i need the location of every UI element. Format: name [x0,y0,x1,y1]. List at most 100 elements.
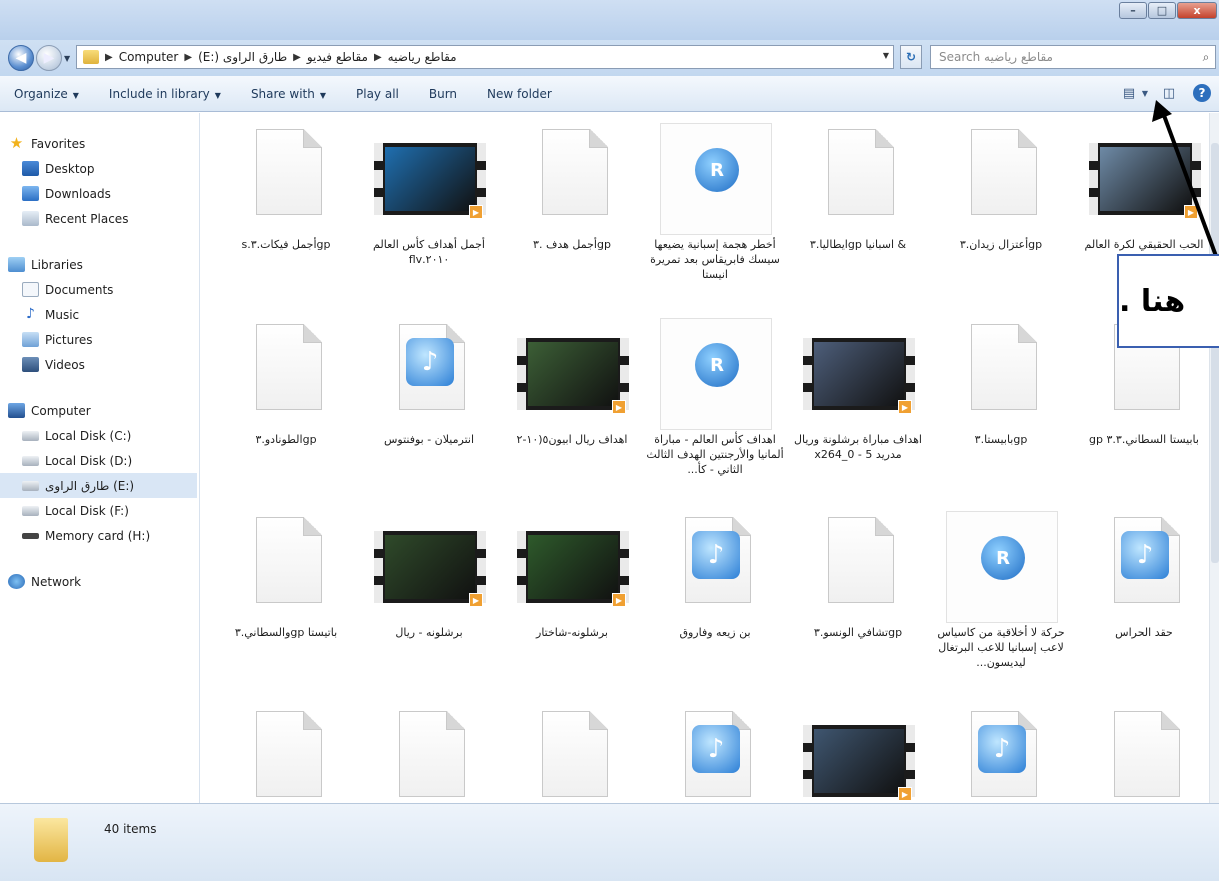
share-with-button[interactable]: Share with ▼ [251,87,326,101]
title-bar: – □ x [0,0,1219,40]
chevron-right-icon[interactable]: ▶ [374,52,382,63]
file-item[interactable] [503,705,641,803]
details-pane: 40 items [0,803,1219,881]
file-item[interactable]: gpأجمل فيكات.٣.s [217,123,355,313]
music-note-icon: ♪ [692,725,740,773]
sidebar-item-recent-places[interactable]: Recent Places [0,206,199,231]
file-name: برشلونه-شاختار [536,626,608,639]
blank-file-icon [803,123,915,235]
chevron-right-icon[interactable]: ▶ [105,52,113,63]
address-history-dropdown[interactable]: ▼ [883,51,889,60]
video-frame [814,729,904,793]
file-item[interactable]: R أخطر هجمة إسبانية يضيعها سيسك فابريقاس … [646,123,784,313]
realplayer-logo-icon: R [981,536,1025,580]
realplayer-file-icon: R [660,318,772,430]
document-page [971,324,1037,410]
address-bar[interactable]: ▶ Computer ▶ (E:) طارق الراوى ▶ مقاطع في… [76,45,894,69]
organize-button[interactable]: Organize ▼ [14,87,79,101]
window-controls: – □ x [1118,2,1217,19]
file-name: اهداف كأس العالم - مباراة ألمانيا والأرج… [646,433,784,476]
new-folder-button[interactable]: New folder [487,87,552,101]
blank-file-icon [517,123,629,235]
sidebar-item-disk-c[interactable]: Local Disk (C:) [0,423,199,448]
filmstrip-icon: ▶ [517,531,629,607]
chevron-right-icon[interactable]: ▶ [184,52,192,63]
breadcrumb-drive[interactable]: (E:) طارق الراوى [198,50,287,64]
music-icon: ♪ [26,306,35,322]
include-in-library-button[interactable]: Include in library ▼ [109,87,221,101]
sidebar-item-disk-d[interactable]: Local Disk (D:) [0,448,199,473]
breadcrumb-videos[interactable]: مقاطع فيديو [307,50,368,64]
sidebar-item-desktop[interactable]: Desktop [0,156,199,181]
sidebar-item-videos[interactable]: Videos [0,352,199,377]
audio-file-icon: ♪ [374,318,486,430]
document-page [399,711,465,797]
file-item[interactable]: gpبابيستا.٣ [932,318,1070,508]
file-name: gpالطونادو.٣ [255,433,317,446]
file-item[interactable]: ♪ بن زيعه وفاروق [646,511,784,701]
file-item[interactable]: gpتشافي الونسو.٣ [789,511,927,701]
breadcrumb-current[interactable]: مقاطع رياضيه [388,50,457,64]
sidebar-item-pictures[interactable]: Pictures [0,327,199,352]
file-item[interactable]: R اهداف كأس العالم - مباراة ألمانيا والأر… [646,318,784,508]
file-item[interactable]: gpالطونادو.٣ [217,318,355,508]
file-name: حركة لا أخلاقية من كاسياس لاعب إسبانيا ل… [937,626,1065,669]
file-item[interactable]: ▶ أجمل أهداف كأس العالم ٢٠١٠.flv [360,123,498,313]
maximize-button[interactable]: □ [1148,2,1176,19]
sidebar-item-downloads[interactable]: Downloads [0,181,199,206]
back-button[interactable]: ◀ [8,45,34,71]
file-item[interactable]: ▶ برشلونه-شاختار [503,511,641,701]
file-item[interactable]: ▶ اهداف مباراة برشلونة وريال مدريد 5 - 0_… [789,318,927,508]
sidebar-item-music[interactable]: ♪ Music [0,302,199,327]
file-item[interactable]: ▶ برشلونه - ريال [360,511,498,701]
file-item[interactable]: ♪ انترميلان - بوفنتوس [360,318,498,508]
video-frame [385,535,475,599]
hard-disk-icon [22,430,39,441]
play-icon: ▶ [469,205,483,219]
desktop-icon [22,161,39,176]
sidebar-item-disk-e[interactable]: طارق الراوى (E:) [0,473,197,498]
search-icon[interactable]: ⌕ [1197,50,1215,65]
sidebar-item-libraries[interactable]: Libraries [0,252,199,277]
file-item[interactable] [360,705,498,803]
sidebar-item-disk-f[interactable]: Local Disk (F:) [0,498,199,523]
file-item[interactable] [217,705,355,803]
file-item[interactable]: ▶ [789,705,927,803]
sidebar-item-network[interactable]: Network [0,569,199,594]
file-item[interactable]: ♪ [932,705,1070,803]
refresh-button[interactable]: ↻ [900,45,922,69]
libraries-group: Libraries Documents ♪ Music Pictures Vide… [0,252,199,377]
sidebar-item-documents[interactable]: Documents [0,277,199,302]
file-name: اهداف ريال ابيون٥(١٠-٢ [516,433,628,446]
file-item[interactable]: gpأجمل هدف .٣ [503,123,641,313]
play-all-button[interactable]: Play all [356,87,399,101]
recent-pages-dropdown[interactable]: ▼ [64,54,70,63]
blank-file-icon [803,511,915,623]
sidebar-item-memory-card[interactable]: Memory card (H:) [0,523,199,548]
file-name: أجمل أهداف كأس العالم ٢٠١٠.flv [373,238,485,266]
minimize-button[interactable]: – [1119,2,1147,19]
change-view-button[interactable]: ▤ [1119,83,1139,103]
audio-file-icon: ♪ [1089,511,1201,623]
sidebar-item-computer[interactable]: Computer [0,398,199,423]
file-item[interactable] [1075,705,1209,803]
file-item[interactable]: R حركة لا أخلاقية من كاسياس لاعب إسبانيا … [932,511,1070,701]
file-item[interactable]: باتيستا gpوالسطاني.٣ [217,511,355,701]
forward-button[interactable]: ▶ [36,45,62,71]
close-button[interactable]: x [1177,2,1217,19]
file-name: اهداف مباراة برشلونة وريال مدريد 5 - 0_x… [794,433,922,461]
hard-disk-icon [22,480,39,491]
file-item[interactable]: ♪ حقد الحراس [1075,511,1209,701]
recent-places-icon [22,211,39,226]
breadcrumb-computer[interactable]: Computer [119,50,179,64]
file-item[interactable]: ♪ [646,705,784,803]
file-item[interactable]: ▶ اهداف ريال ابيون٥(١٠-٢ [503,318,641,508]
document-page [256,129,322,215]
file-item[interactable]: gpأعتزال زيدان.٣ [932,123,1070,313]
sidebar-item-favorites[interactable]: ★ Favorites [0,131,199,156]
file-item[interactable]: & اسبانيا gpايطاليا.٣ [789,123,927,313]
burn-button[interactable]: Burn [429,87,457,101]
search-input[interactable]: Search مقاطع رياضيه ⌕ [930,45,1216,69]
chevron-right-icon[interactable]: ▶ [293,52,301,63]
annotation-arrow [1152,100,1218,257]
